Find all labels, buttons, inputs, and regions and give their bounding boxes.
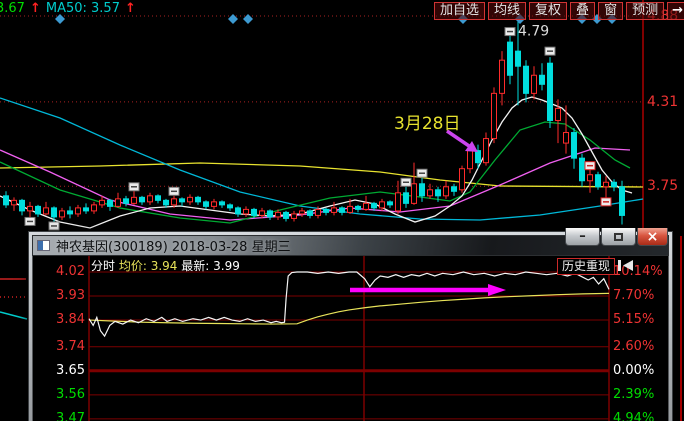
minimize-icon: – <box>579 229 586 244</box>
popup-price-label: 3.93 <box>33 288 85 303</box>
ma50-value: MA50: 3.57 <box>46 1 120 16</box>
up-arrow-icon: ↑ <box>125 1 136 16</box>
history-replay-button[interactable]: 历史重现 <box>557 258 615 275</box>
intraday-chart-canvas[interactable] <box>33 256 670 421</box>
toolbar-button-4[interactable]: 窗 <box>598 2 623 20</box>
maximize-button[interactable] <box>601 228 636 246</box>
popup-price-label: 3.84 <box>33 312 85 327</box>
toolbar-button-5[interactable]: 预测 <box>626 2 664 20</box>
close-icon: × <box>647 229 659 245</box>
intraday-header: 分时 均价: 3.94 最新: 3.99 <box>91 257 240 274</box>
up-arrow-icon: ↑ <box>30 1 41 16</box>
toolbar-button-1[interactable]: 均线 <box>488 2 526 20</box>
popup-price-label: 3.65 <box>33 363 85 378</box>
app-window: 4.79 3.67↑ MA50: 3.57↑ 加自选均线复权叠窗预测→▼ 4.8… <box>0 0 684 421</box>
date-annotation: 3月28日 <box>394 109 460 134</box>
close-button[interactable]: × <box>637 228 668 246</box>
popup-title: 神农基因(300189) 2018-03-28 星期三 <box>56 236 291 255</box>
popup-price-label: 3.47 <box>33 411 85 421</box>
popup-pct-label: 0.00% <box>613 363 654 378</box>
svg-text:4.79: 4.79 <box>518 24 549 40</box>
toolbar-button-2[interactable]: 复权 <box>529 2 567 20</box>
toolbar-button-0[interactable]: 加自选 <box>434 2 485 20</box>
popup-price-label: 4.02 <box>33 264 85 279</box>
popup-price-label: 3.74 <box>33 339 85 354</box>
popup-pct-label: 5.15% <box>613 312 654 327</box>
popup-pct-label: 7.70% <box>613 288 654 303</box>
maximize-icon <box>614 233 623 241</box>
avg-price-label: 均价: 3.94 <box>119 259 178 273</box>
ma-value-row: 3.67 ↑ MA50: 3.57 ↑ <box>0 1 136 16</box>
popup-pct-label: 2.60% <box>613 339 654 354</box>
ma10-value: 3.67 <box>0 1 25 16</box>
minimize-button[interactable]: – <box>565 228 600 246</box>
last-price-label: 最新: 3.99 <box>181 259 240 273</box>
toolbar-button-3[interactable]: 叠 <box>570 2 595 20</box>
y-axis-label: 4.31 <box>647 94 678 110</box>
popup-client-area: 分时 均价: 3.94 最新: 3.99 历史重现 4.02 3.93 3.84 3.… <box>32 256 669 421</box>
popup-pct-label: 2.39% <box>613 387 654 402</box>
popup-price-label: 3.56 <box>33 387 85 402</box>
mode-label: 分时 <box>91 259 115 273</box>
intraday-popup-window[interactable]: 神农基因(300189) 2018-03-28 星期三 – × 分时 均价: 3… <box>28 231 673 421</box>
y-axis-label: 3.75 <box>647 178 678 194</box>
next-group-icon[interactable]: → <box>667 2 684 20</box>
chart-window-icon <box>37 240 50 251</box>
window-controls: – × <box>564 228 668 246</box>
popup-pct-label: 4.94% <box>613 411 654 421</box>
main-toolbar: 加自选均线复权叠窗预测→▼ <box>434 2 684 20</box>
